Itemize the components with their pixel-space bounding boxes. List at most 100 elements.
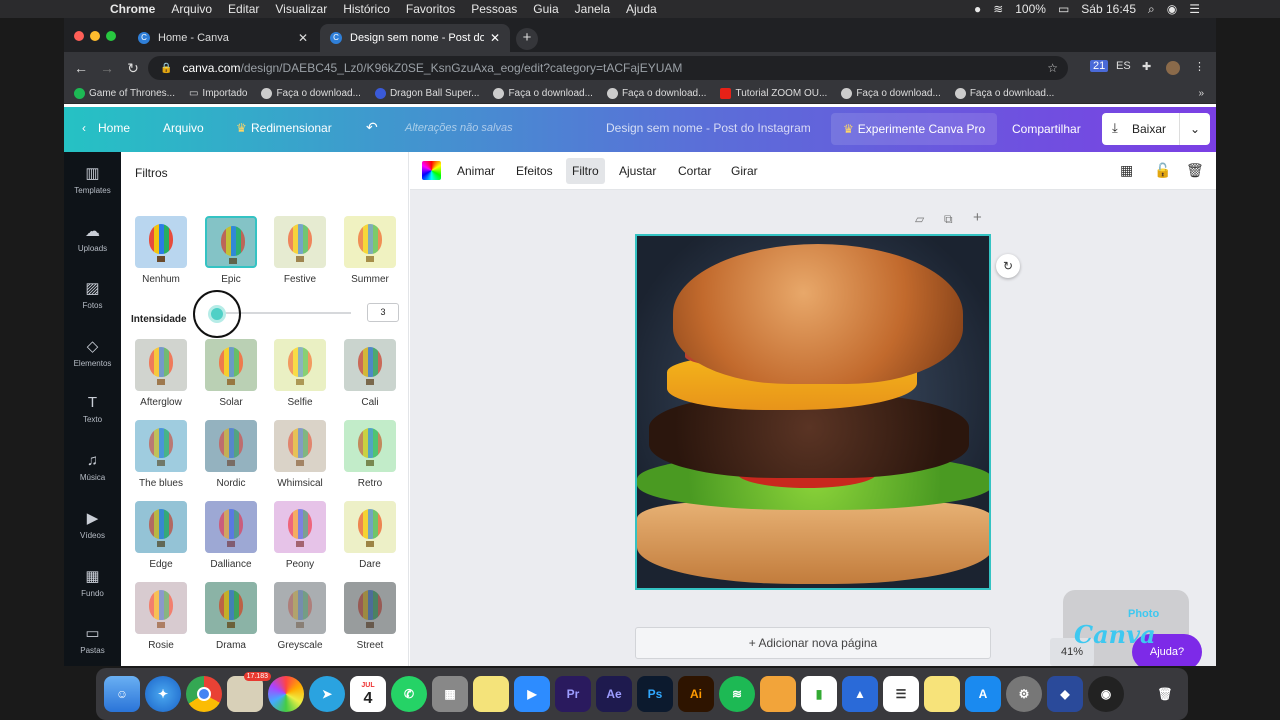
bookmark-item[interactable]: Faça o download... xyxy=(261,88,361,99)
telegram-icon[interactable]: ➤ xyxy=(309,676,345,712)
menu-favoritos[interactable]: Favoritos xyxy=(398,2,463,16)
animate-button[interactable]: Animar xyxy=(457,164,495,178)
bookmark-item[interactable]: Game of Thrones... xyxy=(74,88,175,99)
whatsapp-icon[interactable]: ✆ xyxy=(391,676,427,712)
obs-icon[interactable]: ◉ xyxy=(1088,676,1124,712)
filter-thumb-the-blues[interactable] xyxy=(135,420,187,472)
trash-icon[interactable]: 🗑 xyxy=(1147,676,1183,712)
back-icon[interactable]: ← xyxy=(68,60,94,76)
filter-thumb-nordic[interactable] xyxy=(205,420,257,472)
rotate-button[interactable]: Girar xyxy=(731,164,758,178)
rail-item-photos[interactable]: ▨ Fotos xyxy=(64,279,121,310)
bookmark-item[interactable]: Dragon Ball Super... xyxy=(374,88,479,99)
try-canva-pro-button[interactable]: ♛ Experimente Canva Pro xyxy=(831,113,998,145)
crop-button[interactable]: Cortar xyxy=(678,164,711,178)
intensity-input[interactable]: 3 xyxy=(367,303,399,322)
calendar-icon[interactable]: JUL 4 xyxy=(350,676,386,712)
filter-thumb-summer[interactable] xyxy=(344,216,396,268)
url-input[interactable]: 🔒 canva.com /design/DAEBC45_Lz0/K96kZ0SE… xyxy=(148,56,1068,80)
filter-thumb-afterglow[interactable] xyxy=(135,339,187,391)
menu-pessoas[interactable]: Pessoas xyxy=(463,2,525,16)
menu-arquivo[interactable]: Arquivo xyxy=(163,2,220,16)
add-new-page-button[interactable]: + Adicionar nova página xyxy=(635,627,991,659)
filter-button[interactable]: Filtro xyxy=(566,158,605,184)
keynote-icon[interactable]: ▲ xyxy=(842,676,878,712)
record-icon[interactable]: ● xyxy=(974,2,981,16)
tab-home-canva[interactable]: C Home - Canva ✕ xyxy=(128,24,318,52)
effects-button[interactable]: Efeitos xyxy=(516,164,553,178)
clock[interactable]: Sáb 16:45 xyxy=(1081,2,1136,16)
control-center-icon[interactable]: ☰ xyxy=(1189,2,1200,16)
design-page[interactable] xyxy=(635,234,991,590)
filter-thumb-whimsical[interactable] xyxy=(274,420,326,472)
calculator-icon[interactable]: ▦ xyxy=(432,676,468,712)
notes-icon[interactable] xyxy=(924,676,960,712)
home-button[interactable]: Home xyxy=(98,121,130,135)
filter-thumb-nenhum[interactable] xyxy=(135,216,187,268)
menu-janela[interactable]: Janela xyxy=(567,2,618,16)
rail-item-uploads[interactable]: ☁ Uploads xyxy=(64,222,121,253)
filter-thumb-edge[interactable] xyxy=(135,501,187,553)
photos-icon[interactable] xyxy=(268,676,304,712)
extension-lang[interactable]: ES xyxy=(1116,60,1131,72)
bookmark-folder[interactable]: ▭ Importado xyxy=(189,88,247,99)
menu-guia[interactable]: Guia xyxy=(525,2,566,16)
zoom-window-button[interactable] xyxy=(106,31,116,41)
menu-ajuda[interactable]: Ajuda xyxy=(618,2,665,16)
rail-item-text[interactable]: T Texto xyxy=(64,394,121,424)
illustrator-icon[interactable]: Ai xyxy=(678,676,714,712)
zoom-icon[interactable]: ▶ xyxy=(514,676,550,712)
document-title[interactable]: Design sem nome - Post do Instagram xyxy=(606,121,811,135)
safari-icon[interactable]: ✦ xyxy=(145,676,181,712)
system-preferences-icon[interactable]: ⚙ xyxy=(1006,676,1042,712)
extension-badge[interactable]: 21 xyxy=(1090,60,1109,72)
filter-thumb-dare[interactable] xyxy=(344,501,396,553)
finder-icon[interactable]: ☺ xyxy=(104,676,140,712)
chevron-left-icon[interactable]: ‹ xyxy=(82,121,86,135)
search-icon[interactable]: ⌕ xyxy=(1148,2,1155,17)
duplicate-page-icon[interactable]: ⧉ xyxy=(944,212,953,227)
reminders-icon[interactable]: ☰ xyxy=(883,676,919,712)
chrome-icon[interactable] xyxy=(186,676,222,712)
app-store-icon[interactable]: A xyxy=(965,676,1001,712)
menu-historico[interactable]: Histórico xyxy=(335,2,398,16)
preview-icon[interactable] xyxy=(760,676,796,712)
filter-thumb-dalliance[interactable] xyxy=(205,501,257,553)
profile-avatar[interactable] xyxy=(1166,61,1180,75)
filter-thumb-cali[interactable] xyxy=(344,339,396,391)
share-button[interactable]: Compartilhar xyxy=(1002,113,1091,145)
wifi-icon[interactable]: ≋ xyxy=(993,2,1003,16)
rail-item-background[interactable]: ▦ Fundo xyxy=(64,567,121,598)
trash-icon[interactable]: 🗑 xyxy=(1186,162,1204,179)
add-page-icon[interactable]: + xyxy=(973,209,982,226)
close-window-button[interactable] xyxy=(74,31,84,41)
chrome-menu-icon[interactable]: ⋮ xyxy=(1194,60,1205,73)
premiere-pro-icon[interactable]: Pr xyxy=(555,676,591,712)
filter-thumb-greyscale[interactable] xyxy=(274,582,326,634)
numbers-icon[interactable]: ▮ xyxy=(801,676,837,712)
rail-item-music[interactable]: ♫ Música xyxy=(64,452,121,482)
photoshop-icon[interactable]: Ps xyxy=(637,676,673,712)
bookmark-item[interactable]: Faça o download... xyxy=(841,88,941,99)
undo-icon[interactable]: ↶ xyxy=(366,119,378,136)
file-menu-button[interactable]: Arquivo xyxy=(163,121,204,135)
battery-label[interactable]: 100% xyxy=(1015,2,1046,16)
spotify-icon[interactable]: ≋ xyxy=(719,676,755,712)
bookmark-item[interactable]: Faça o download... xyxy=(493,88,593,99)
filter-thumb-street[interactable] xyxy=(344,582,396,634)
filter-thumb-drama[interactable] xyxy=(205,582,257,634)
transparency-icon[interactable]: ▦ xyxy=(1120,162,1133,179)
filter-thumb-peony[interactable] xyxy=(274,501,326,553)
bookmark-star-icon[interactable]: ☆ xyxy=(1047,61,1058,75)
bookmarks-overflow-icon[interactable]: » xyxy=(1198,88,1204,99)
extensions-puzzle-icon[interactable]: ✚ xyxy=(1142,60,1151,73)
filter-thumb-rosie[interactable] xyxy=(135,582,187,634)
siri-icon[interactable]: ◉ xyxy=(1167,2,1177,16)
color-picker-icon[interactable] xyxy=(422,161,441,180)
rail-item-folders[interactable]: ▭ Pastas xyxy=(64,624,121,655)
bookmark-item[interactable]: Tutorial ZOOM OU... xyxy=(720,88,827,99)
bookmark-item[interactable]: Faça o download... xyxy=(606,88,706,99)
filter-thumb-epic[interactable] xyxy=(205,216,257,268)
filter-thumb-retro[interactable] xyxy=(344,420,396,472)
filter-thumb-festive[interactable] xyxy=(274,216,326,268)
